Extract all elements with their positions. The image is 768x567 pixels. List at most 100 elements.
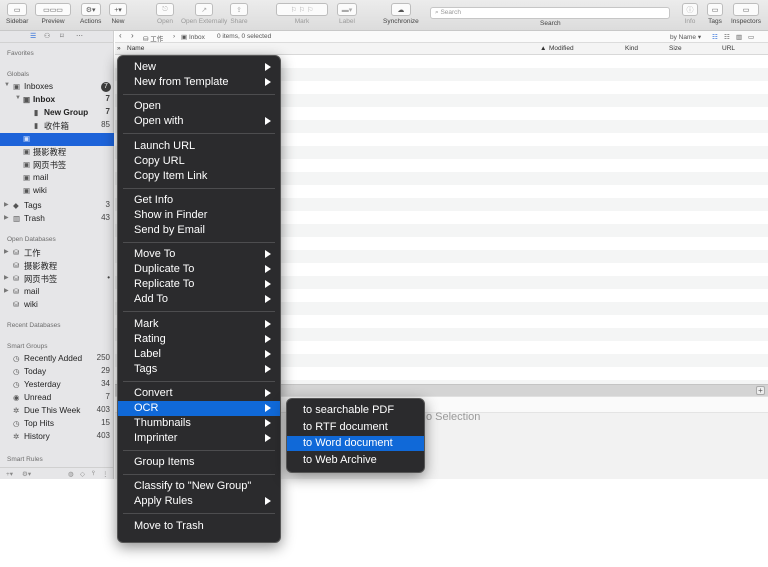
inspectors-button[interactable]: ▭ Inspectors — [731, 3, 761, 25]
menu-item-classify-to-new-group[interactable]: Classify to "New Group" — [118, 479, 280, 494]
forward-icon[interactable]: › — [131, 31, 134, 40]
icon-view-icon[interactable]: ☷ — [724, 33, 730, 41]
sidebar-item-trash[interactable]: ▶ ▥ Trash 43 — [0, 213, 114, 226]
menu-item-rating[interactable]: Rating — [118, 332, 280, 347]
menu-item-new-from-template[interactable]: New from Template — [118, 75, 280, 90]
database-item-wiki[interactable]: ⛁ wiki — [0, 299, 114, 312]
menu-item-new[interactable]: New — [118, 60, 280, 75]
glasses-icon[interactable]: ⚇ — [44, 32, 50, 40]
database-item-sheying[interactable]: ⛁ 摄影教程 — [0, 260, 114, 273]
more-icon[interactable]: ⋯ — [76, 32, 83, 40]
menu-item-get-info[interactable]: Get Info — [118, 193, 280, 208]
menu-item-duplicate-to[interactable]: Duplicate To — [118, 262, 280, 277]
sidebar-item-sheying[interactable]: ▣ 摄影教程 — [0, 146, 114, 159]
mark-button[interactable]: ⚐ ⚐ ⚐ Mark — [276, 3, 328, 25]
disclosure-closed-icon[interactable]: ▶ — [4, 201, 9, 208]
column-view-icon[interactable]: ▥ — [736, 33, 742, 41]
sidebar-item-inbox[interactable]: ▼ ▣ Inbox 7 — [0, 94, 114, 107]
menu-item-launch-url[interactable]: Launch URL — [118, 139, 280, 154]
add-icon[interactable]: +▾ — [6, 470, 13, 478]
disclosure-closed-icon[interactable]: ▶ — [4, 214, 9, 221]
menu-item-move-to[interactable]: Move To — [118, 247, 280, 262]
synchronize-button[interactable]: ☁ Synchronize — [383, 3, 419, 25]
menu-item-ocr[interactable]: OCR — [118, 400, 280, 416]
database-item-gongzuo[interactable]: ▶ ⛁ 工作 — [0, 247, 114, 260]
disclosure-closed-icon[interactable]: ▶ — [4, 287, 9, 294]
menu-item-mark[interactable]: Mark — [118, 317, 280, 332]
disclosure-closed-icon[interactable]: ▶ — [4, 274, 9, 281]
menu-item-send-by-email[interactable]: Send by Email — [118, 223, 280, 238]
list-view-icon[interactable]: ☰ — [30, 32, 36, 40]
disclosure-open-icon[interactable]: ▼ — [15, 95, 21, 101]
sidebar-item-wiki[interactable]: ▣ wiki — [0, 185, 114, 198]
column-size[interactable]: Size — [669, 45, 682, 52]
menu-item-convert[interactable]: Convert — [118, 386, 280, 401]
ocr-item-to-rtf-document[interactable]: to RTF document — [287, 420, 424, 435]
menu-item-group-items[interactable]: Group Items — [118, 455, 280, 470]
sort-dropdown[interactable]: by Name ▾ — [670, 33, 701, 41]
pin-icon[interactable]: ⫯ — [92, 470, 95, 478]
menu-item-tags[interactable]: Tags — [118, 362, 280, 377]
smart-group-history[interactable]: ✲ History 403 — [0, 431, 114, 444]
menu-item-open[interactable]: Open — [118, 99, 280, 114]
gear-icon[interactable]: ⚙▾ — [22, 470, 31, 478]
menu-item-apply-rules[interactable]: Apply Rules — [118, 494, 280, 509]
smart-group-yesterday[interactable]: ◷ Yesterday 34 — [0, 379, 114, 392]
sidebar-item-new-group[interactable]: ▮ New Group 7 — [0, 107, 114, 120]
tags-button[interactable]: ▭ Tags — [707, 3, 723, 25]
sidebar-button[interactable]: ▭ Sidebar — [6, 3, 28, 25]
expand-icon[interactable]: » — [117, 45, 121, 52]
ocr-item-to-word-document[interactable]: to Word document — [287, 436, 424, 451]
menu-item-thumbnails[interactable]: Thumbnails — [118, 416, 280, 431]
sidebar-item-wangye[interactable]: ▣ 网页书签 — [0, 159, 114, 172]
column-url[interactable]: URL — [722, 45, 735, 52]
filter-icon[interactable]: ◍ — [68, 470, 74, 478]
sidebar-item-shoujianxiang[interactable]: ▮ 收件箱 85 — [0, 120, 114, 133]
sidebar-item-selected[interactable]: ▣ — [0, 133, 114, 146]
menu-item-copy-url[interactable]: Copy URL — [118, 154, 280, 169]
disclosure-open-icon[interactable]: ▼ — [4, 82, 10, 88]
shelf-icon[interactable]: ⌑ — [60, 32, 64, 40]
menu-item-replicate-to[interactable]: Replicate To — [118, 277, 280, 292]
new-button[interactable]: +▾ New — [109, 3, 127, 25]
preview-button[interactable]: ▭▭▭ Preview — [35, 3, 71, 25]
search-input[interactable]: ⌕ Search — [430, 7, 670, 19]
sidebar-item-tags[interactable]: ▶ ◆ Tags 3 — [0, 200, 114, 213]
database-item-wangye[interactable]: ▶ ⛁ 网页书签 • — [0, 273, 114, 286]
column-name[interactable]: Name — [127, 45, 144, 52]
smart-group-today[interactable]: ◷ Today 29 — [0, 366, 114, 379]
list-view-icon[interactable]: ☷ — [712, 33, 718, 41]
menu-item-label[interactable]: Label — [118, 347, 280, 362]
smart-group-recently-added[interactable]: ◷ Recently Added 250 — [0, 353, 114, 366]
actions-button[interactable]: ⚙▾ Actions — [80, 3, 101, 25]
info-button[interactable]: ⓘ Info — [682, 3, 698, 25]
share-button[interactable]: ⇪ Share — [230, 3, 248, 25]
sidebar-item-mail[interactable]: ▣ mail — [0, 172, 114, 185]
menu-item-move-to-trash[interactable]: Move to Trash — [118, 519, 280, 534]
sidebar-item-inboxes[interactable]: ▼ ▣ Inboxes 7 — [0, 81, 114, 94]
ocr-item-to-searchable-pdf[interactable]: to searchable PDF — [287, 403, 424, 418]
breadcrumb-db[interactable]: ⛁ 工作 — [143, 33, 163, 43]
smart-group-due-this-week[interactable]: ✲ Due This Week 403 — [0, 405, 114, 418]
tag-icon[interactable]: ◇ — [80, 470, 85, 478]
breadcrumb-group[interactable]: ▣ Inbox — [181, 33, 205, 41]
column-kind[interactable]: Kind — [625, 45, 638, 52]
back-icon[interactable]: ‹ — [119, 31, 122, 40]
ocr-item-to-web-archive[interactable]: to Web Archive — [287, 453, 424, 468]
column-modified[interactable]: Modified — [549, 45, 574, 52]
disclosure-closed-icon[interactable]: ▶ — [4, 248, 9, 255]
more-icon[interactable]: ⋮ — [102, 470, 109, 478]
split-view-icon[interactable]: ▭ — [748, 33, 754, 41]
smart-group-unread[interactable]: ◉ Unread 7 — [0, 392, 114, 405]
menu-item-imprinter[interactable]: Imprinter — [118, 431, 280, 446]
menu-item-copy-item-link[interactable]: Copy Item Link — [118, 169, 280, 184]
menu-item-add-to[interactable]: Add To — [118, 292, 280, 307]
menu-item-show-in-finder[interactable]: Show in Finder — [118, 208, 280, 223]
open-button[interactable]: ⎋ Open — [156, 3, 174, 25]
smart-group-top-hits[interactable]: ◷ Top Hits 15 — [0, 418, 114, 431]
menu-item-open-with[interactable]: Open with — [118, 114, 280, 129]
open-externally-button[interactable]: ↗ Open Externally — [181, 3, 227, 25]
add-icon[interactable]: + — [756, 386, 765, 395]
label-button[interactable]: ▬▾ Label — [337, 3, 357, 25]
database-item-mail[interactable]: ▶ ⛁ mail — [0, 286, 114, 299]
